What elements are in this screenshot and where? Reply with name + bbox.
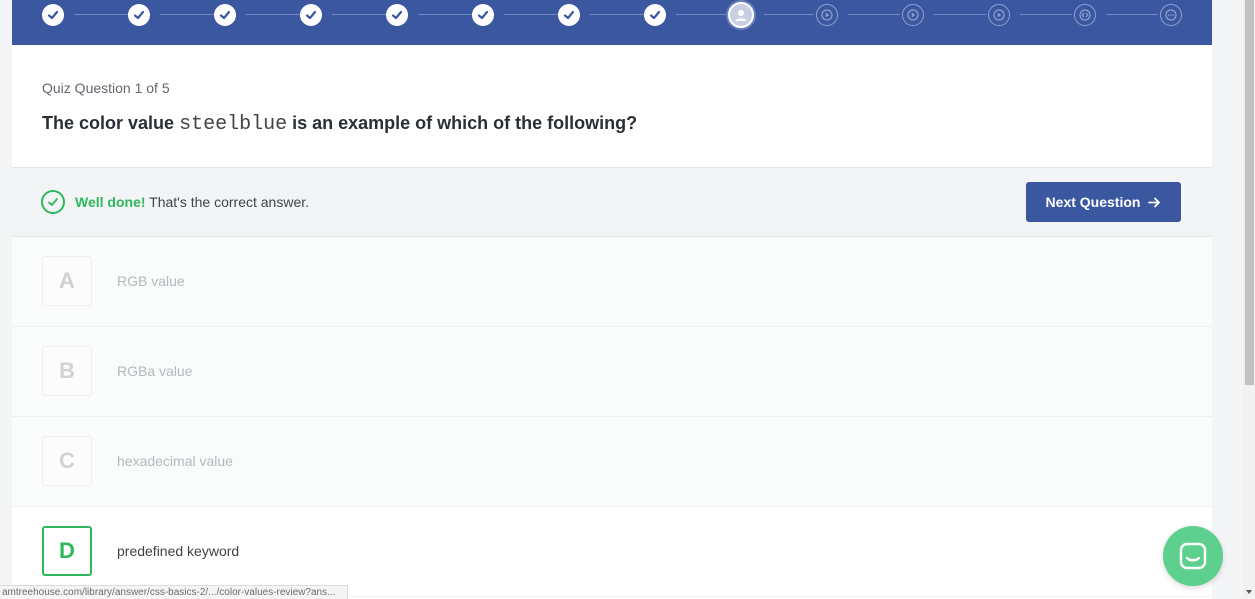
answer-letter: A <box>42 256 92 306</box>
progress-connector <box>1020 14 1072 15</box>
answer-option-c[interactable]: C hexadecimal value <box>12 417 1212 507</box>
check-icon <box>563 10 575 20</box>
quiz-panel: Quiz Question 1 of 5 The color value ste… <box>12 0 1212 599</box>
progress-connector <box>676 14 728 15</box>
status-bar-url: amtreehouse.com/library/answer/css-basic… <box>0 585 349 599</box>
progress-connector <box>74 14 130 15</box>
progress-connector <box>418 14 474 15</box>
play-icon <box>993 9 1005 21</box>
progress-connector <box>934 14 986 15</box>
question-code: steelblue <box>179 113 288 136</box>
check-icon <box>219 10 231 20</box>
feedback-bar: Well done! That's the correct answer. Ne… <box>12 167 1212 237</box>
answer-letter: D <box>42 526 92 576</box>
check-icon <box>305 10 317 20</box>
progress-step-6[interactable] <box>472 4 494 26</box>
answer-text: hexadecimal value <box>117 453 233 469</box>
chat-icon <box>1179 542 1207 570</box>
more-icon <box>1165 9 1177 21</box>
chat-launcher-button[interactable] <box>1163 526 1223 586</box>
scrollbar-thumb[interactable] <box>1245 0 1254 385</box>
progress-step-13[interactable] <box>1074 4 1096 26</box>
progress-connector <box>246 14 302 15</box>
progress-step-2[interactable] <box>128 4 150 26</box>
feedback-message: Well done! That's the correct answer. <box>75 194 309 210</box>
play-icon <box>907 9 919 21</box>
progress-step-8[interactable] <box>644 4 666 26</box>
answer-option-a[interactable]: A RGB value <box>12 237 1212 327</box>
check-icon <box>649 10 661 20</box>
progress-connector <box>1106 14 1158 15</box>
progress-step-3[interactable] <box>214 4 236 26</box>
progress-step-7[interactable] <box>558 4 580 26</box>
answer-text: predefined keyword <box>117 543 240 559</box>
progress-step-4[interactable] <box>300 4 322 26</box>
progress-step-9[interactable] <box>728 2 754 28</box>
progress-step-14[interactable] <box>1160 4 1182 26</box>
success-check-icon <box>41 190 65 214</box>
answer-letter: B <box>42 346 92 396</box>
progress-step-1[interactable] <box>42 4 64 26</box>
check-icon <box>477 10 489 20</box>
check-icon <box>133 10 145 20</box>
user-icon <box>735 10 747 21</box>
answer-text: RGBa value <box>117 363 193 379</box>
scroll-down-arrow-icon[interactable] <box>1246 590 1252 594</box>
question-counter: Quiz Question 1 of 5 <box>42 80 170 96</box>
progress-connector <box>848 14 900 15</box>
feedback-detail: That's the correct answer. <box>149 194 310 210</box>
check-icon <box>47 10 59 20</box>
page: Quiz Question 1 of 5 The color value ste… <box>0 0 1255 599</box>
progress-step-10[interactable] <box>816 4 838 26</box>
progress-connector <box>160 14 216 15</box>
code-icon <box>1079 9 1091 21</box>
answer-text: RGB value <box>117 273 185 289</box>
answer-option-b[interactable]: B RGBa value <box>12 327 1212 417</box>
answer-option-d[interactable]: D predefined keyword <box>12 507 1212 597</box>
progress-bar <box>12 0 1212 45</box>
arrow-right-icon <box>1148 197 1161 207</box>
progress-step-5[interactable] <box>386 4 408 26</box>
progress-connector <box>332 14 388 15</box>
progress-step-11[interactable] <box>902 4 924 26</box>
feedback-well-done: Well done! <box>75 194 146 210</box>
next-question-button[interactable]: Next Question <box>1026 182 1181 222</box>
question-text: The color value steelblue is an example … <box>42 113 637 136</box>
question-suffix: is an example of which of the following? <box>292 113 638 133</box>
progress-connector <box>764 14 814 15</box>
question-prefix: The color value <box>42 113 175 133</box>
answer-letter: C <box>42 436 92 486</box>
play-icon <box>821 9 833 21</box>
check-icon <box>391 10 403 20</box>
progress-step-12[interactable] <box>988 4 1010 26</box>
progress-connector <box>504 14 560 15</box>
next-question-label: Next Question <box>1045 194 1141 210</box>
progress-connector <box>590 14 646 15</box>
